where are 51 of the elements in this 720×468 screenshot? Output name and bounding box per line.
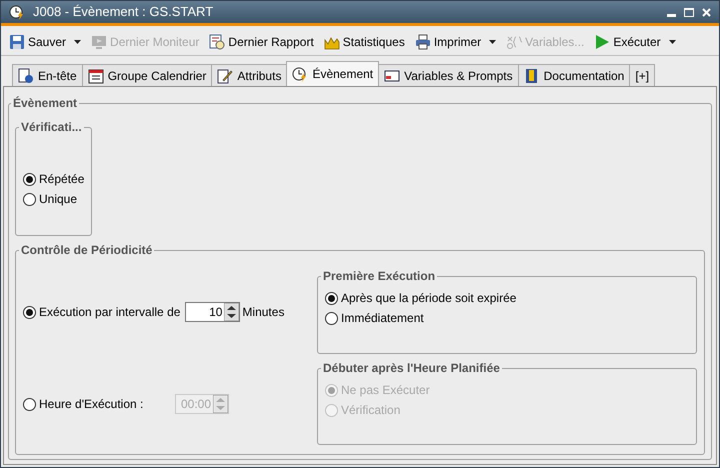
number-spinner[interactable]: 10: [185, 302, 240, 322]
toolbar-button[interactable]: Statistiques: [324, 32, 405, 50]
radio-label: Exécution par intervalle de: [39, 304, 180, 321]
caret-icon[interactable]: [74, 40, 82, 44]
calendar-icon: [88, 68, 104, 84]
tab[interactable]: [+]: [629, 64, 656, 86]
radio-label: Répétée: [39, 171, 84, 188]
variables-icon: [506, 34, 522, 50]
tab[interactable]: Variables & Prompts: [378, 64, 519, 86]
toolbar-button[interactable]: Exécuter: [594, 32, 661, 50]
book-icon: [524, 68, 540, 84]
radio-button[interactable]: [23, 192, 36, 206]
radio-label: Heure d'Exécution :: [39, 396, 144, 413]
clock-lightning-icon: [9, 4, 25, 20]
close-icon[interactable]: [702, 8, 711, 16]
group-title: Contrôle de Périodicité: [21, 243, 152, 257]
play-icon: [594, 34, 610, 50]
radio-button[interactable]: [23, 172, 36, 186]
tab[interactable]: En-tête: [12, 64, 83, 86]
group-title: Première Exécution: [323, 269, 436, 283]
radio-label: Unique: [39, 191, 78, 208]
tab[interactable]: Attributs: [211, 64, 288, 86]
maximize-icon[interactable]: [684, 8, 694, 16]
group-title: Vérificati...: [21, 120, 82, 134]
radio-button[interactable]: [325, 312, 338, 324]
variables-icon: [384, 68, 400, 84]
radio-button[interactable]: [325, 292, 338, 304]
tab[interactable]: Évènement: [286, 61, 380, 86]
group-title: Débuter après l'Heure Planifiée: [323, 361, 500, 375]
radio-label: Vérification: [341, 402, 400, 419]
radio-label: Ne pas Exécuter: [341, 382, 430, 399]
report-clock-icon: [209, 34, 226, 50]
tab[interactable]: Documentation: [518, 64, 630, 86]
toolbar-button[interactable]: Sauver: [9, 32, 66, 50]
pencil-document-icon: [217, 68, 234, 84]
caret-icon[interactable]: [668, 40, 676, 44]
caret-icon[interactable]: [489, 40, 496, 44]
spin-arrows-icon[interactable]: [224, 303, 240, 321]
monitor-icon: [91, 34, 108, 50]
document-info-icon: [18, 68, 34, 84]
printer-icon: [414, 34, 431, 50]
window-title: J008 - Évènement : GS.START: [33, 3, 214, 22]
toolbar-button[interactable]: Dernier Rapport: [209, 32, 314, 50]
radio-label: Après que la période soit expirée: [341, 290, 516, 307]
radio-button[interactable]: [23, 306, 36, 318]
radio-label: Immédiatement: [341, 310, 424, 327]
unit-label: Minutes: [242, 304, 284, 321]
toolbar-button[interactable]: Imprimer: [414, 32, 482, 50]
group-title: Évènement: [13, 96, 78, 110]
clock-lightning-icon: [292, 66, 308, 82]
tab[interactable]: Groupe Calendrier: [82, 64, 212, 86]
